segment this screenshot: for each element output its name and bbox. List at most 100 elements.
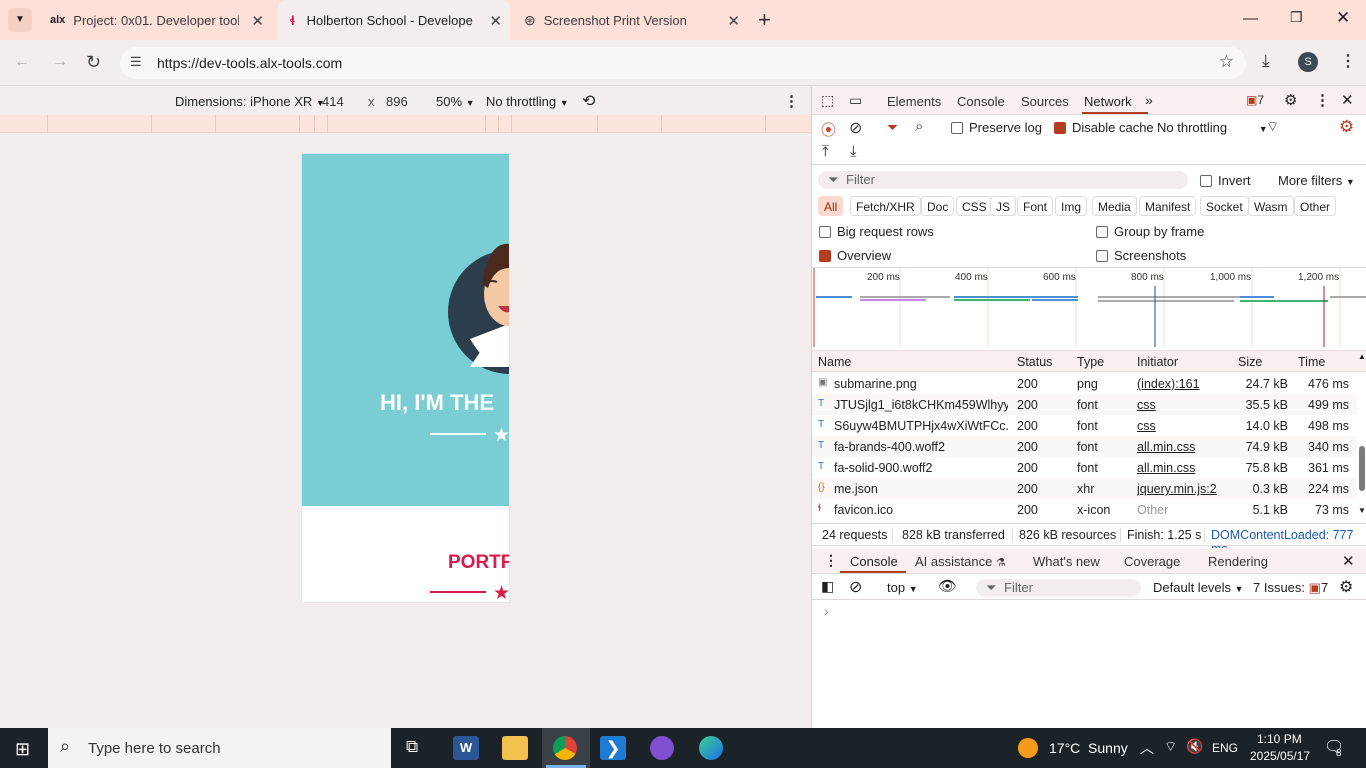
width-input[interactable]: 414 [322, 94, 344, 109]
type-filter-js[interactable]: JS [990, 196, 1017, 216]
close-tab-icon[interactable]: ✕ [251, 12, 264, 30]
more-tabs-icon[interactable]: » [1145, 92, 1153, 108]
disable-cache-checkbox[interactable]: Disable cache [1054, 120, 1154, 135]
cell-initiator[interactable]: css [1137, 398, 1232, 412]
vscode-icon[interactable]: ❯ [600, 736, 626, 760]
checkbox[interactable] [1096, 250, 1108, 262]
scroll-down-icon[interactable]: ▼ [1358, 506, 1366, 515]
tab-project[interactable]: alx Project: 0x01. Developer tools | ✕ [40, 0, 272, 40]
windows-start-icon[interactable]: ⊞ [15, 739, 30, 760]
context-select[interactable]: top ▼ [887, 580, 918, 595]
url-text[interactable]: https://dev-tools.alx-tools.com [157, 55, 342, 71]
notification-count[interactable]: 8 [1336, 748, 1342, 759]
drawer-tab-console[interactable]: Console [850, 554, 898, 569]
tab-search-button[interactable]: ▼ [8, 8, 32, 32]
scroll-thumb[interactable] [1359, 446, 1365, 491]
device-toggle-icon[interactable]: ▭ [849, 92, 862, 109]
table-row[interactable]: ɬ favicon.ico 200 x-icon Other 5.1 kB 73 ms [812, 499, 1357, 520]
import-har-icon[interactable]: ⤒ [822, 143, 829, 160]
restore-icon[interactable]: ❐ [1290, 9, 1303, 26]
edge-icon[interactable] [699, 736, 723, 760]
issues-badge[interactable]: ▣7 [1246, 93, 1264, 107]
rotate-icon[interactable]: ⟲ [582, 91, 595, 111]
throttling-select[interactable]: No throttling ▼ [486, 94, 569, 109]
scroll-up-icon[interactable]: ▲ [1358, 352, 1366, 361]
drawer-tab-rendering[interactable]: Rendering [1208, 554, 1268, 569]
checkbox[interactable] [1054, 122, 1066, 134]
checkbox[interactable] [951, 122, 963, 134]
avatar[interactable]: S [1298, 52, 1318, 72]
cell-initiator[interactable]: all.min.css [1137, 461, 1232, 475]
overview-checkbox[interactable]: Overview [819, 248, 891, 263]
cell-initiator[interactable]: jquery.min.js:2 [1137, 482, 1232, 496]
console-sidebar-icon[interactable]: ◧ [821, 578, 834, 595]
tab-sources[interactable]: Sources [1021, 94, 1069, 109]
record-icon[interactable]: ⦿ [821, 119, 836, 140]
tab-holberton[interactable]: ɬ Holberton School - Developer t ✕ [278, 0, 510, 40]
tab-network[interactable]: Network [1084, 94, 1132, 109]
table-scrollbar[interactable]: ▲ ▼ [1357, 350, 1366, 518]
network-settings-gear-icon[interactable]: ⚙ [1339, 117, 1354, 137]
tab-console[interactable]: Console [957, 94, 1005, 109]
type-filter-manifest[interactable]: Manifest [1139, 196, 1197, 216]
filter-input[interactable]: ⏷ Filter [818, 171, 1188, 189]
cell-initiator[interactable]: css [1137, 419, 1232, 433]
omnibox[interactable]: ☰ https://dev-tools.alx-tools.com ☆ [120, 47, 1246, 79]
inspect-element-icon[interactable]: ⬚ [821, 92, 834, 109]
console-filter-input[interactable]: ⏷ Filter [976, 579, 1141, 597]
close-tab-icon[interactable]: ✕ [727, 12, 740, 30]
downloads-icon[interactable]: ⤓ [1262, 51, 1270, 71]
type-filter-doc[interactable]: Doc [921, 196, 955, 216]
close-devtools-icon[interactable]: ✕ [1341, 91, 1354, 109]
table-row[interactable]: {} me.json 200 xhr jquery.min.js:2 0.3 kB 224 … [812, 478, 1357, 499]
word-icon[interactable]: W [453, 736, 479, 760]
cell-initiator[interactable]: Other [1137, 503, 1232, 517]
preserve-log-checkbox[interactable]: Preserve log [951, 120, 1042, 135]
back-arrow-icon[interactable]: ← [14, 53, 30, 71]
github-desktop-icon[interactable] [650, 736, 674, 760]
drawer-tab-ai[interactable]: AI assistance ⚗ [915, 554, 1006, 569]
drawer-tab-coverage[interactable]: Coverage [1124, 554, 1180, 569]
filter-funnel-icon[interactable]: ⏷ [887, 119, 898, 136]
tab-elements[interactable]: Elements [887, 94, 941, 109]
clock-time[interactable]: 1:10 PM [1257, 732, 1302, 746]
forward-arrow-icon[interactable]: → [52, 53, 68, 71]
column-type[interactable]: Type [1077, 355, 1104, 369]
table-row[interactable]: T JTUSjlg1_i6t8kCHKm459Wlhyy... 200 font css… [812, 394, 1357, 415]
clear-icon[interactable]: ⊘ [849, 118, 862, 138]
search-icon[interactable]: ⌕ [915, 118, 923, 135]
language-indicator[interactable]: ENG [1212, 741, 1238, 755]
type-filter-socket[interactable]: Socket [1200, 196, 1249, 216]
menu-kebab-icon[interactable]: ⋮ [1340, 51, 1356, 71]
drawer-tab-whats-new[interactable]: What's new [1033, 554, 1100, 569]
column-time[interactable]: Time [1298, 355, 1325, 369]
bookmark-star-icon[interactable]: ☆ [1219, 52, 1234, 72]
media-query-ruler[interactable] [0, 115, 811, 133]
group-by-frame-checkbox[interactable]: Group by frame [1096, 224, 1204, 239]
network-throttling-select[interactable]: No throttling ▼ [1157, 120, 1268, 135]
column-status[interactable]: Status [1017, 355, 1052, 369]
type-filter-css[interactable]: CSS [956, 196, 993, 216]
big-request-rows-checkbox[interactable]: Big request rows [819, 224, 934, 239]
column-initiator[interactable]: Initiator [1137, 355, 1178, 369]
device-more-icon[interactable]: ⋮ [784, 92, 799, 110]
close-drawer-icon[interactable]: ✕ [1342, 552, 1355, 570]
cell-initiator[interactable]: (index):161 [1137, 377, 1232, 391]
volume-muted-icon[interactable]: 🔇 [1186, 738, 1203, 755]
console-clear-icon[interactable]: ⊘ [849, 577, 862, 597]
more-filters-dropdown[interactable]: More filters ▼ [1278, 173, 1355, 188]
clock-date[interactable]: 2025/05/17 [1250, 749, 1310, 763]
table-row[interactable]: T S6uyw4BMUTPHjx4wXiWtFCc.... 200 font css 14… [812, 415, 1357, 436]
table-row[interactable]: ▣ submarine.png 200 png (index):161 24.7 kB 47… [812, 373, 1357, 394]
tray-chevron-icon[interactable]: ︿ [1140, 738, 1154, 758]
zoom-select[interactable]: 50% ▼ [436, 94, 475, 109]
type-filter-fetch[interactable]: Fetch/XHR [850, 196, 921, 216]
weather-sun-icon[interactable] [1018, 738, 1038, 758]
type-filter-other[interactable]: Other [1294, 196, 1337, 216]
type-filter-img[interactable]: Img [1055, 196, 1088, 216]
type-filter-font[interactable]: Font [1017, 196, 1054, 216]
invert-checkbox[interactable]: Invert [1200, 173, 1251, 188]
close-tab-icon[interactable]: ✕ [489, 12, 502, 30]
console-settings-gear-icon[interactable]: ⚙ [1339, 577, 1353, 597]
cell-initiator[interactable]: all.min.css [1137, 440, 1232, 454]
